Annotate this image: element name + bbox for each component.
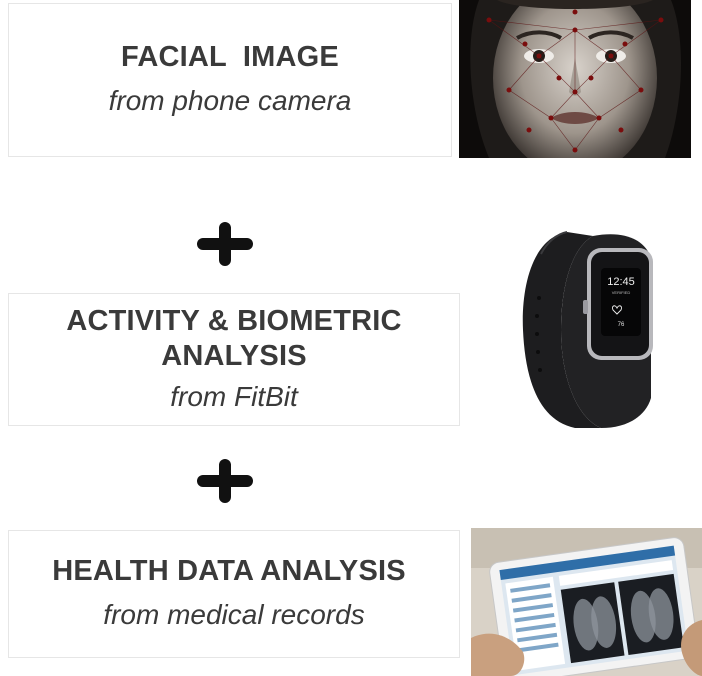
fitness-tracker-photo: 12:45 VERIFIED 76 [522, 231, 653, 428]
plus-icon [197, 222, 253, 266]
activity-biometric-subtitle: from FitBit [170, 380, 298, 412]
face-landmarks-photo [459, 0, 691, 158]
health-data-subtitle: from medical records [103, 599, 365, 631]
health-data-title: HEALTH DATA ANALYSIS [52, 555, 406, 588]
activity-biometric-title-line2: ANALYSIS [161, 340, 307, 373]
tablet-xray-photo [471, 528, 702, 676]
facial-image-box: FACIAL IMAGE from phone camera [8, 3, 452, 157]
plus-icon [197, 459, 253, 503]
watch-status: VERIFIED [612, 290, 631, 295]
activity-biometric-box: ACTIVITY & BIOMETRIC ANALYSIS from FitBi… [8, 293, 460, 426]
watch-heart-value: 76 [618, 322, 625, 328]
facial-image-subtitle: from phone camera [108, 85, 352, 117]
activity-biometric-title-line1: ACTIVITY & BIOMETRIC [66, 304, 402, 337]
watch-time: 12:45 [607, 276, 635, 288]
health-data-box: HEALTH DATA ANALYSIS from medical record… [8, 530, 460, 658]
facial-image-title: FACIAL IMAGE [121, 41, 339, 74]
